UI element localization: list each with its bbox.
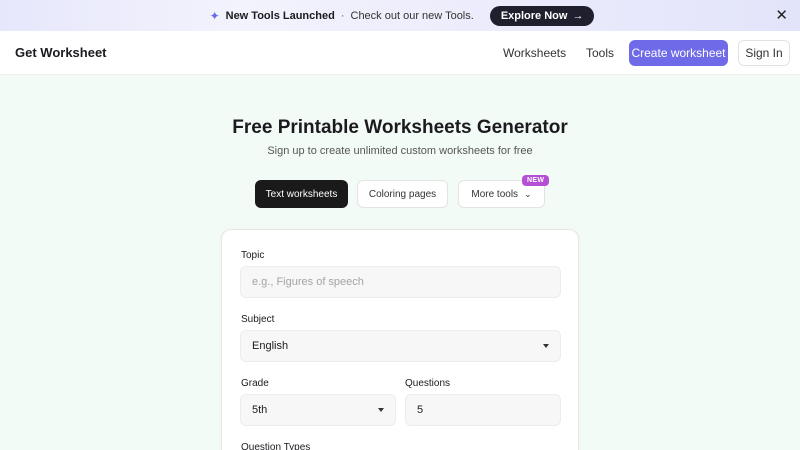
- tab-text-worksheets[interactable]: Text worksheets: [255, 180, 348, 208]
- questions-label: Questions: [405, 378, 451, 389]
- tab-label: More tools: [471, 188, 519, 200]
- page-subtitle: Sign up to create unlimited custom works…: [267, 145, 533, 157]
- subject-label: Subject: [241, 314, 275, 325]
- topic-input[interactable]: [252, 276, 560, 288]
- top-nav: Get Worksheet Worksheets Tools Create wo…: [0, 31, 800, 75]
- explore-now-label: Explore Now: [500, 9, 568, 22]
- grade-select[interactable]: 5th: [240, 394, 396, 426]
- tab-label: Text worksheets: [265, 188, 338, 200]
- banner-title: New Tools Launched: [225, 9, 335, 22]
- brand-logo[interactable]: Get Worksheet: [15, 45, 107, 60]
- subject-select[interactable]: English: [240, 330, 561, 362]
- arrow-right-icon: →: [572, 9, 584, 22]
- worksheet-form-card: Topic Subject English Grade 5th Question…: [221, 229, 579, 450]
- topic-field[interactable]: [240, 266, 561, 298]
- tab-coloring-pages[interactable]: Coloring pages: [357, 180, 448, 208]
- nav-link-worksheets[interactable]: Worksheets: [503, 46, 566, 60]
- new-badge: NEW: [522, 175, 550, 186]
- create-worksheet-button[interactable]: Create worksheet: [629, 40, 728, 66]
- announcement-banner: ✦ New Tools Launched · Check out our new…: [0, 0, 800, 31]
- nav-link-tools[interactable]: Tools: [586, 46, 614, 60]
- caret-down-icon: [543, 344, 549, 348]
- close-icon[interactable]: ✕: [775, 8, 788, 23]
- caret-down-icon: [378, 408, 384, 412]
- banner-separator: ·: [340, 9, 345, 22]
- grade-label: Grade: [241, 378, 269, 389]
- sign-in-button[interactable]: Sign In: [738, 40, 790, 66]
- banner-content: ✦ New Tools Launched · Check out our new…: [209, 5, 595, 26]
- banner-message: Check out our new Tools.: [350, 9, 474, 22]
- explore-now-button[interactable]: Explore Now →: [489, 5, 595, 26]
- page-title: Free Printable Worksheets Generator: [232, 117, 568, 138]
- questions-field[interactable]: 5: [405, 394, 561, 426]
- topic-label: Topic: [241, 250, 265, 261]
- sparkle-icon: ✦: [209, 8, 220, 23]
- tab-label: Coloring pages: [368, 188, 437, 200]
- grade-value: 5th: [252, 404, 268, 416]
- questions-value: 5: [417, 404, 424, 416]
- subject-value: English: [252, 340, 289, 352]
- chevron-down-icon: ⌄: [524, 188, 532, 199]
- question-types-label: Question Types: [241, 442, 311, 450]
